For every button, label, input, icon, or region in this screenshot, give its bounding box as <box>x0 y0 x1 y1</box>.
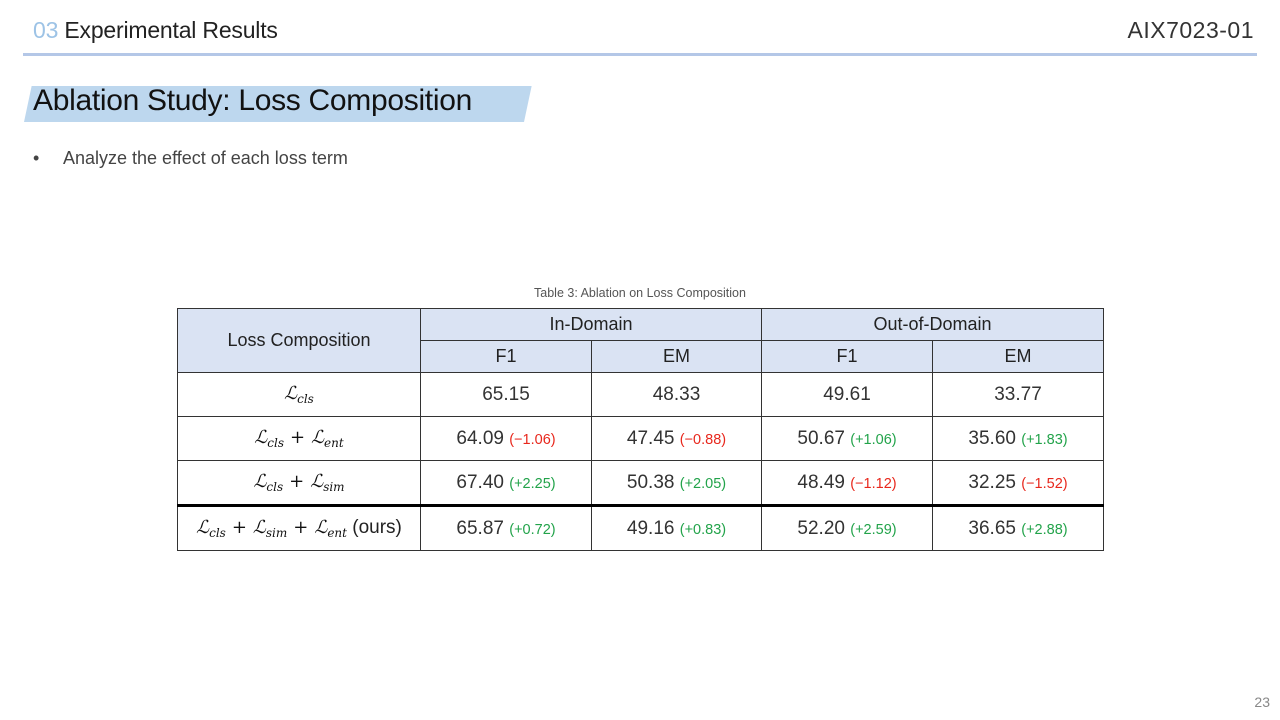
loss-subscript: cls <box>267 436 284 450</box>
loss-formula: ℒcls + ℒent <box>254 427 344 450</box>
score-value: 67.40 <box>456 471 504 493</box>
score-cell: 50.38 (+2.05) <box>591 460 762 506</box>
loss-formula: ℒcls <box>284 383 314 406</box>
bullet-dot: • <box>33 148 40 168</box>
loss-symbol: ℒ <box>311 427 325 448</box>
table-row: ℒcls 65.15 48.33 49.61 33.77 <box>177 372 1105 417</box>
loss-subscript: ent <box>324 436 344 450</box>
score-value: 35.60 <box>968 427 1016 449</box>
score-cell: 32.25 (−1.52) <box>931 460 1105 506</box>
plus-operator: + <box>231 517 247 538</box>
score-value: 50.67 <box>797 427 845 449</box>
header-divider <box>23 53 1257 56</box>
score-cell: 50.67 (+1.06) <box>761 416 933 461</box>
bullet-item: • Analyze the effect of each loss term <box>33 148 348 169</box>
loss-symbol: ℒ <box>284 383 298 404</box>
score-value: 50.38 <box>626 471 675 493</box>
header-in-domain: In-Domain <box>420 308 762 341</box>
score-delta: (+0.72) <box>509 521 556 538</box>
loss-symbol: ℒ <box>196 517 210 538</box>
score-cell: 52.20 (+2.59) <box>761 504 933 551</box>
section-title: Experimental Results <box>64 17 278 43</box>
loss-subscript: sim <box>265 526 288 540</box>
score-delta: (−1.12) <box>850 475 897 492</box>
score-cell: 49.16 (+0.83) <box>591 504 762 551</box>
slide-title: Ablation Study: Loss Composition <box>33 84 472 117</box>
score-cell: 48.33 <box>591 372 762 417</box>
score-delta: (+2.25) <box>509 475 556 492</box>
score-cell: 35.60 (+1.83) <box>931 416 1105 461</box>
score-value: 65.87 <box>456 517 504 539</box>
score-delta: (−0.88) <box>679 431 727 448</box>
loss-symbol: ℒ <box>254 427 268 448</box>
loss-cell: ℒcls + ℒsim + ℒent (ours) <box>177 504 421 551</box>
header-out-f1: F1 <box>761 340 933 373</box>
loss-subscript: cls <box>297 392 314 406</box>
table-body: ℒcls 65.15 48.33 49.61 33.77 ℒcls + ℒent 64.09 (… <box>177 372 1105 551</box>
section-number: 03 <box>33 17 59 43</box>
loss-symbol: ℒ <box>314 517 328 538</box>
score-cell: 67.40 (+2.25) <box>420 460 592 506</box>
score-value: 33.77 <box>994 383 1042 405</box>
score-cell: 49.61 <box>761 372 933 417</box>
loss-symbol: ℒ <box>252 517 266 538</box>
score-cell: 33.77 <box>931 372 1105 417</box>
ours-label: (ours) <box>352 517 402 538</box>
score-delta: (−1.06) <box>509 431 556 448</box>
loss-subscript: cls <box>209 526 226 540</box>
score-cell: 64.09 (−1.06) <box>420 416 592 461</box>
loss-symbol: ℒ <box>310 471 324 492</box>
loss-subscript: ent <box>327 526 347 540</box>
loss-formula: ℒcls + ℒsim + ℒent <box>196 517 347 540</box>
loss-subscript: sim <box>323 480 345 494</box>
header-loss-composition: Loss Composition <box>177 308 421 373</box>
loss-cell: ℒcls <box>177 372 421 417</box>
table-caption: Table 3: Ablation on Loss Composition <box>534 286 746 300</box>
header-in-em: EM <box>591 340 762 373</box>
score-cell: 36.65 (+2.88) <box>931 504 1105 551</box>
score-value: 36.65 <box>968 517 1016 539</box>
bullet-text: Analyze the effect of each loss term <box>63 148 348 168</box>
score-cell: 65.15 <box>420 372 592 417</box>
score-cell: 47.45 (−0.88) <box>591 416 762 461</box>
score-value: 65.15 <box>482 383 530 405</box>
course-code: AIX7023-01 <box>1127 17 1254 43</box>
plus-operator: + <box>293 517 309 538</box>
header-in-f1: F1 <box>420 340 592 373</box>
score-value: 49.16 <box>626 517 675 539</box>
score-delta: (+2.59) <box>850 521 897 538</box>
score-delta: (+1.06) <box>850 431 897 448</box>
loss-cell: ℒcls + ℒsim <box>177 460 421 506</box>
section-header: 03 Experimental Results <box>33 17 278 44</box>
table-row: ℒcls + ℒsim + ℒent (ours) 65.87 (+0.72) 49.16 … <box>177 504 1105 551</box>
score-value: 48.49 <box>797 471 845 493</box>
table-row: ℒcls + ℒsim 67.40 (+2.25) 50.38 (+2.05) 48.49… <box>177 460 1105 506</box>
plus-operator: + <box>289 427 306 448</box>
page-number: 23 <box>1254 694 1270 710</box>
score-value: 64.09 <box>456 427 504 449</box>
score-cell: 48.49 (−1.12) <box>761 460 933 506</box>
score-value: 49.61 <box>823 383 871 405</box>
loss-cell: ℒcls + ℒent <box>177 416 421 461</box>
score-cell: 65.87 (+0.72) <box>420 504 592 551</box>
header-out-em: EM <box>931 340 1105 373</box>
loss-symbol: ℒ <box>253 471 267 492</box>
header-out-of-domain: Out-of-Domain <box>760 308 1105 341</box>
score-delta: (+1.83) <box>1021 431 1068 448</box>
table-row: ℒcls + ℒent 64.09 (−1.06) 47.45 (−0.88) 50.67… <box>177 416 1105 461</box>
score-value: 48.33 <box>652 383 701 405</box>
score-delta: (+2.05) <box>679 475 727 492</box>
plus-operator: + <box>289 471 305 492</box>
score-delta: (+2.88) <box>1021 521 1068 538</box>
ablation-table: Loss Composition In-Domain Out-of-Domain… <box>177 308 1105 551</box>
score-delta: (+0.83) <box>679 521 727 538</box>
score-value: 47.45 <box>626 427 675 449</box>
score-value: 52.20 <box>797 517 845 539</box>
loss-formula: ℒcls + ℒsim <box>253 471 345 494</box>
score-value: 32.25 <box>968 471 1016 493</box>
loss-subscript: cls <box>266 480 284 494</box>
score-delta: (−1.52) <box>1021 475 1068 492</box>
